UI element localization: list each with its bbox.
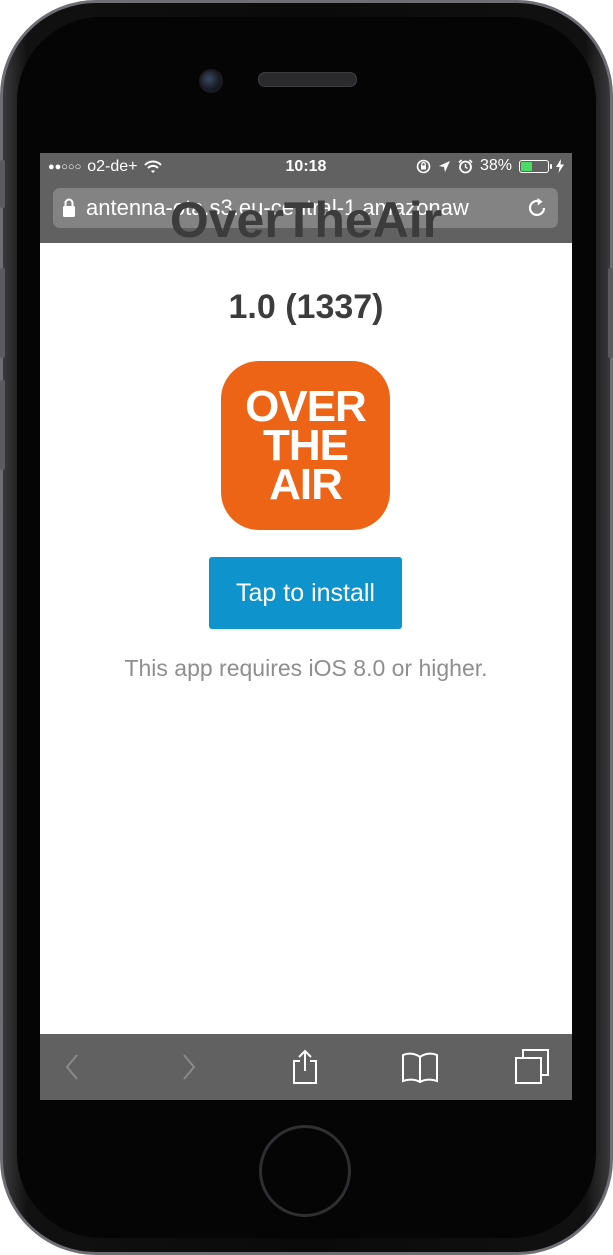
volume-up-button	[0, 268, 5, 358]
app-version: 1.0 (1337)	[228, 288, 384, 326]
earpiece-speaker	[258, 72, 357, 87]
forward-button[interactable]	[169, 1047, 209, 1087]
status-bar: ●●○○○ o2-de+ 10:18 38%	[40, 153, 572, 182]
battery-level-fill	[521, 161, 532, 171]
forward-icon	[183, 1054, 196, 1080]
browser-toolbar	[40, 1034, 572, 1100]
bookmarks-icon	[402, 1052, 438, 1083]
charging-icon	[556, 159, 564, 173]
requirement-text: This app requires iOS 8.0 or higher.	[124, 655, 488, 681]
power-button	[608, 268, 613, 358]
battery-percent: 38%	[479, 157, 512, 174]
alarm-icon	[458, 158, 473, 173]
tabs-icon	[515, 1049, 549, 1084]
front-camera	[199, 69, 223, 93]
battery-icon	[519, 159, 552, 173]
share-icon	[293, 1049, 317, 1084]
app-icon: OVER THE AIR	[221, 361, 390, 530]
volume-down-button	[0, 380, 5, 470]
app-icon-text-line-3: AIR	[269, 460, 343, 509]
back-button[interactable]	[52, 1047, 92, 1087]
bookmarks-button[interactable]	[400, 1047, 440, 1087]
location-icon	[438, 160, 450, 172]
install-button[interactable]: Tap to install	[209, 557, 402, 629]
back-icon	[65, 1054, 78, 1080]
share-button[interactable]	[285, 1047, 325, 1087]
rotation-lock-icon	[416, 159, 431, 173]
home-button[interactable]	[259, 1125, 351, 1217]
mute-switch	[0, 160, 5, 208]
app-title: OverTheAir	[169, 192, 443, 248]
battery-tip	[550, 163, 552, 169]
screen: ●●○○○ o2-de+ 10:18 38% antenna-ota.s3.eu…	[40, 153, 572, 1100]
tabs-button[interactable]	[512, 1047, 552, 1087]
